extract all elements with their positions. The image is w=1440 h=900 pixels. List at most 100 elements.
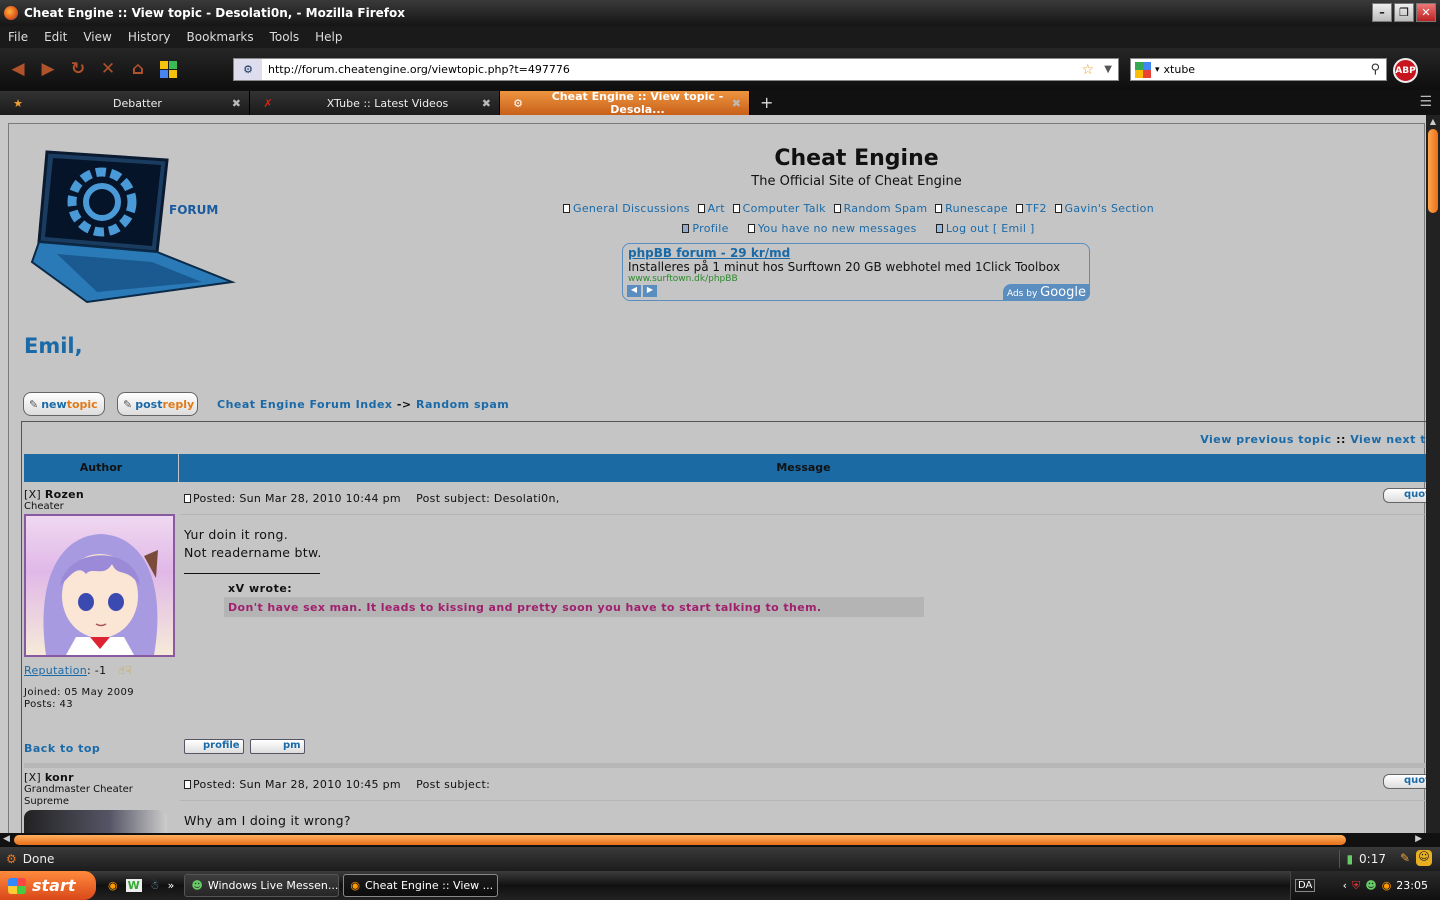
topic-navigation: View previous topic :: View next t — [1200, 433, 1426, 446]
thumbs-down-icon[interactable]: ☟ — [125, 664, 132, 677]
tray-arrow-icon[interactable]: ‹ — [1343, 879, 1347, 892]
back-icon[interactable]: ◀ — [6, 57, 30, 81]
post-text-line: Why am I doing it wrong? — [184, 813, 351, 828]
new-tab-button[interactable]: + — [750, 93, 783, 112]
tab-debatter[interactable]: ★ Debatter ✖ — [0, 91, 250, 115]
messenger-tray-icon[interactable]: ☻ — [1365, 879, 1376, 892]
google-icon[interactable] — [1135, 61, 1151, 78]
vertical-scrollbar[interactable]: ▲ — [1426, 115, 1440, 833]
menu-edit[interactable]: Edit — [36, 30, 75, 44]
back-to-top-link[interactable]: Back to top — [24, 742, 100, 755]
profile-link[interactable]: Profile — [692, 222, 728, 235]
nav-gavins-section[interactable]: Gavin's Section — [1065, 202, 1154, 215]
search-bar[interactable]: ▾ xtube ⚲ — [1130, 58, 1387, 81]
scroll-thumb[interactable] — [1428, 129, 1438, 213]
quote-button[interactable]: quot — [1383, 488, 1427, 503]
menu-view[interactable]: View — [75, 30, 119, 44]
ad-prev-icon[interactable]: ◀ — [627, 285, 641, 297]
author-rank: Grandmaster Cheater Supreme — [24, 784, 133, 807]
tab-xtube[interactable]: ✗ XTube :: Latest Videos ✖ — [250, 91, 500, 115]
ad-url[interactable]: www.surftown.dk/phpBB — [628, 274, 1084, 284]
breadcrumb-forum[interactable]: Random spam — [416, 398, 509, 411]
nav-computer-talk[interactable]: Computer Talk — [743, 202, 826, 215]
horizontal-scroll-thumb[interactable] — [14, 835, 1346, 845]
tray-app-icon[interactable]: ◉ — [1382, 879, 1392, 892]
page-icon — [1015, 204, 1023, 213]
breadcrumb-index[interactable]: Cheat Engine Forum Index — [217, 398, 393, 411]
close-tab-icon[interactable]: ✖ — [232, 97, 241, 110]
forward-icon[interactable]: ▶ — [36, 57, 60, 81]
menu-tools[interactable]: Tools — [262, 30, 308, 44]
ad-next-icon[interactable]: ▶ — [643, 285, 657, 297]
home-icon[interactable]: ⌂ — [126, 57, 150, 81]
scroll-left-icon[interactable]: ◀ — [3, 834, 10, 844]
menu-file[interactable]: File — [0, 30, 36, 44]
post-meta: Posted: Sun Mar 28, 2010 10:45 pm Post s… — [184, 778, 490, 791]
nav-art[interactable]: Art — [708, 202, 725, 215]
url-dropdown-icon[interactable]: ▼ — [1104, 64, 1112, 75]
tab-cheat-engine[interactable]: ⚙ Cheat Engine :: View topic - Desola...… — [500, 90, 750, 116]
maximize-button[interactable]: ❐ — [1394, 3, 1414, 22]
url-bar[interactable]: ⚙ http://forum.cheatengine.org/viewtopic… — [233, 58, 1119, 81]
author-flag[interactable]: [X] — [24, 771, 41, 784]
nav-random-spam[interactable]: Random Spam — [844, 202, 928, 215]
post-body: Yur doin it rong. Not readername btw. — [184, 526, 322, 562]
cheat-engine-logo[interactable]: FORUM — [27, 142, 237, 310]
menu-help[interactable]: Help — [307, 30, 350, 44]
reputation-link[interactable]: Reputation — [24, 664, 87, 677]
menu-history[interactable]: History — [120, 30, 179, 44]
ads-by-google[interactable]: Ads by Google — [1002, 284, 1090, 301]
next-topic-link[interactable]: View next t — [1350, 433, 1426, 446]
page-icon — [935, 204, 943, 213]
smiley-icon[interactable]: ☺ — [1416, 850, 1432, 866]
stop-icon[interactable]: ✕ — [96, 57, 120, 81]
author-flag[interactable]: [X] — [24, 488, 41, 501]
apps-icon[interactable] — [156, 57, 180, 81]
logout-link[interactable]: Log out [ Emil ] — [946, 222, 1035, 235]
start-button[interactable]: start — [0, 871, 96, 900]
adblock-button[interactable]: ABP — [1393, 58, 1418, 83]
post-subject: Post subject: Desolati0n, — [416, 492, 560, 505]
search-input[interactable]: xtube — [1164, 63, 1196, 76]
close-tab-icon[interactable]: ✖ — [732, 97, 741, 110]
edit-icon[interactable]: ✎ — [1400, 851, 1410, 865]
new-label: new — [41, 397, 67, 411]
horizontal-scrollbar[interactable]: ◀ ▶ — [0, 833, 1440, 847]
scroll-up-icon[interactable]: ▲ — [1428, 117, 1438, 127]
quote-button[interactable]: quot — [1383, 774, 1427, 789]
scroll-right-icon[interactable]: ▶ — [1415, 834, 1422, 844]
nav-tf2[interactable]: TF2 — [1026, 202, 1047, 215]
engine-dropdown-icon[interactable]: ▾ — [1155, 65, 1160, 75]
tab-label: Cheat Engine :: View topic - Desola... — [551, 90, 724, 116]
previous-topic-link[interactable]: View previous topic — [1200, 433, 1332, 446]
post-reply-button[interactable]: ✎ post reply — [117, 392, 198, 416]
google-ad[interactable]: phpBB forum - 29 kr/md Installeres på 1 … — [622, 243, 1090, 301]
ad-headline[interactable]: phpBB forum - 29 kr/md — [628, 246, 1084, 260]
shield-icon[interactable]: ⛨ — [1352, 879, 1360, 893]
message-column-header: Message — [776, 461, 831, 474]
tab-list-icon[interactable]: ☰ — [1419, 94, 1432, 110]
messenger-quicklaunch-icon[interactable]: ☃ — [150, 879, 160, 892]
google-label: Google — [1040, 285, 1086, 300]
close-tab-icon[interactable]: ✖ — [482, 97, 491, 110]
pm-button[interactable]: pm — [250, 739, 305, 754]
nav-runescape[interactable]: Runescape — [945, 202, 1008, 215]
reload-icon[interactable]: ↻ — [66, 57, 90, 81]
search-icon[interactable]: ⚲ — [1370, 62, 1380, 77]
task-firefox[interactable]: ◉ Cheat Engine :: View ... — [343, 874, 499, 897]
menu-bookmarks[interactable]: Bookmarks — [179, 30, 262, 44]
bookmark-star-icon[interactable]: ☆ — [1081, 62, 1094, 78]
more-quicklaunch-icon[interactable]: » — [168, 879, 175, 892]
profile-button[interactable]: profile — [184, 739, 244, 754]
url-text[interactable]: http://forum.cheatengine.org/viewtopic.p… — [268, 63, 570, 76]
language-indicator[interactable]: DA — [1295, 879, 1316, 892]
firefox-quicklaunch-icon[interactable]: ◉ — [108, 879, 118, 892]
new-topic-button[interactable]: ✎ new topic — [23, 392, 105, 416]
app-quicklaunch-icon[interactable]: W — [125, 879, 142, 892]
task-messenger[interactable]: ☻ Windows Live Messen... — [184, 874, 340, 897]
nav-general-discussions[interactable]: General Discussions — [573, 202, 690, 215]
minimize-button[interactable]: – — [1372, 3, 1392, 22]
messages-link[interactable]: You have no new messages — [758, 222, 917, 235]
close-button[interactable]: ✕ — [1416, 3, 1436, 22]
post-text-line: Yur doin it rong. — [184, 527, 288, 542]
